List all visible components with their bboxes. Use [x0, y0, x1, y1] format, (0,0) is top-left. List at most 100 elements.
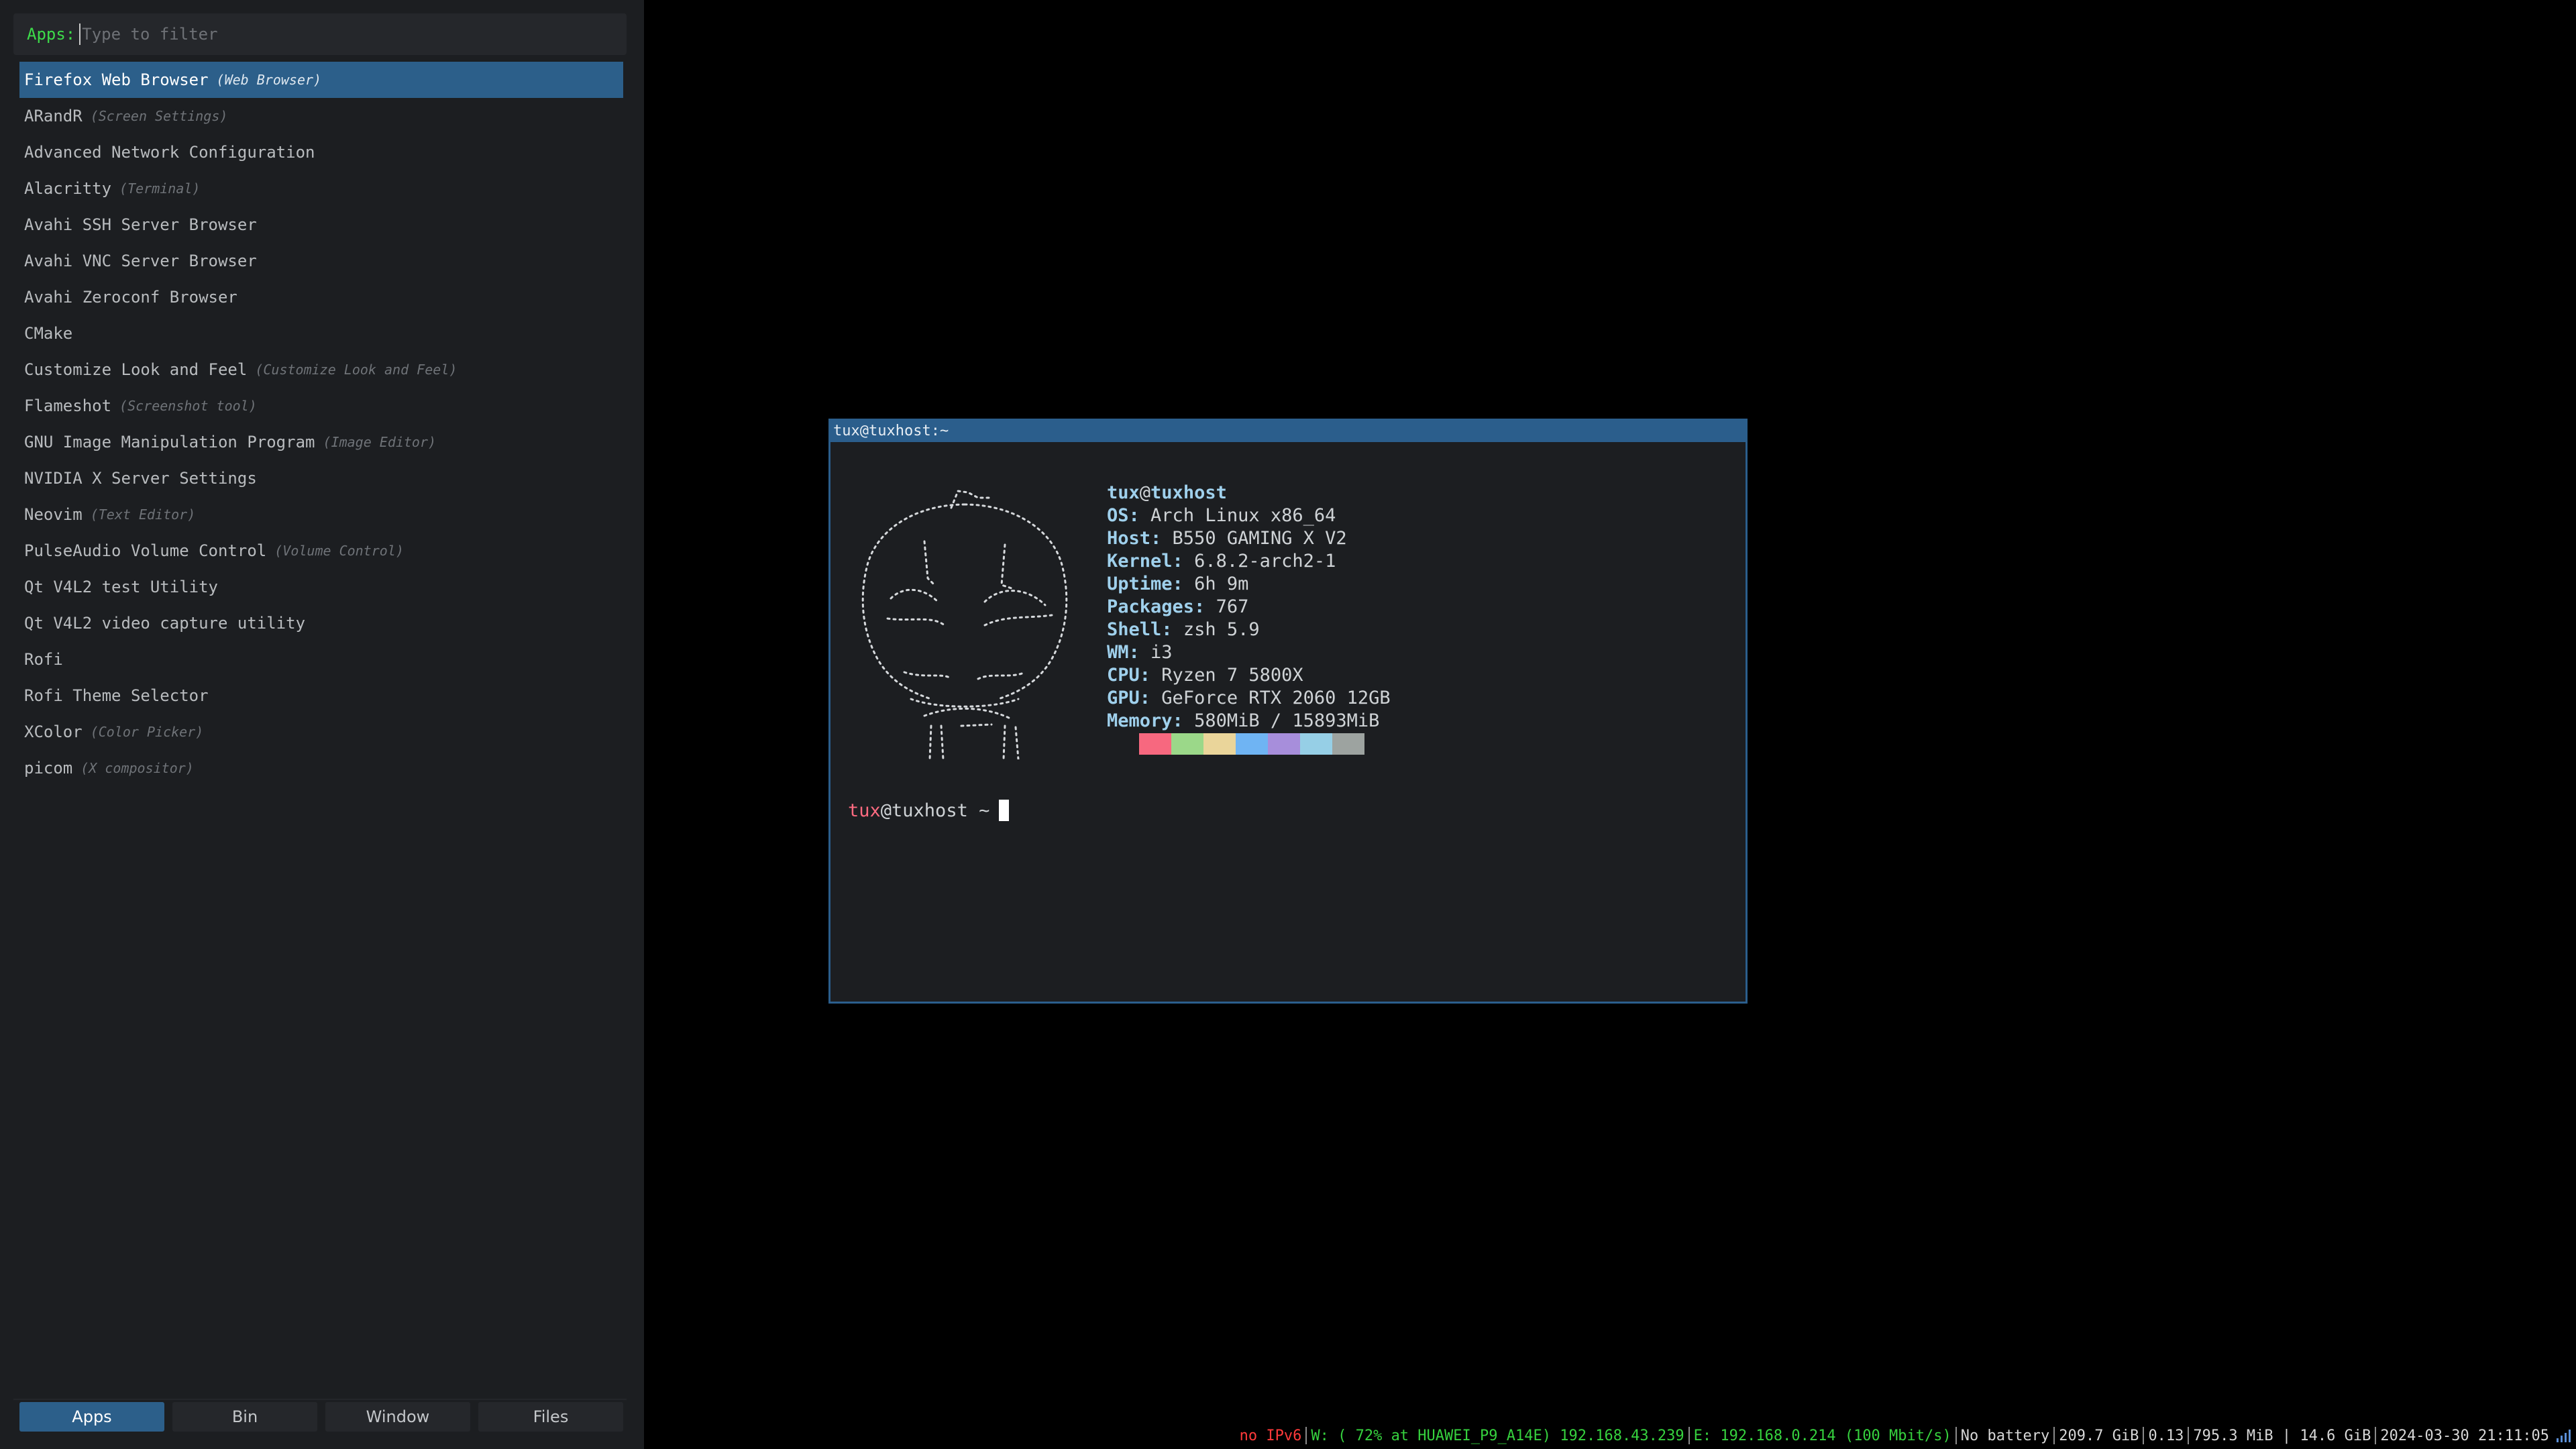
app-list-item[interactable]: GNU Image Manipulation Program (Image Edi…: [19, 424, 623, 460]
app-description: (Web Browser): [216, 72, 322, 88]
info-value: 580MiB / 15893MiB: [1194, 710, 1380, 731]
app-description: (Volume Control): [274, 543, 404, 559]
info-value: GeForce RTX 2060 12GB: [1161, 688, 1391, 708]
info-user: tux: [1107, 482, 1140, 503]
mode-button-window[interactable]: Window: [325, 1402, 470, 1432]
system-info: tux@tuxhost OS: Arch Linux x86_64 Host: B…: [1107, 482, 1391, 733]
app-list-item[interactable]: Flameshot (Screenshot tool): [19, 388, 623, 424]
app-name: Avahi Zeroconf Browser: [24, 288, 237, 307]
color-swatch: [1300, 733, 1332, 755]
app-name: PulseAudio Volume Control: [24, 541, 267, 560]
app-list-item[interactable]: Customize Look and Feel (Customize Look a…: [19, 352, 623, 388]
separator: [2375, 1427, 2377, 1444]
filter-placeholder: Type to filter: [82, 25, 218, 44]
info-key: OS:: [1107, 505, 1140, 526]
app-list-item[interactable]: CMake: [19, 315, 623, 352]
app-name: CMake: [24, 324, 73, 343]
app-list-item[interactable]: Avahi VNC Server Browser: [19, 243, 623, 279]
color-swatch: [1203, 733, 1236, 755]
app-list-item[interactable]: Firefox Web Browser (Web Browser): [19, 62, 623, 98]
info-line: CPU: Ryzen 7 5800X: [1107, 664, 1391, 687]
info-line: GPU: GeForce RTX 2060 12GB: [1107, 687, 1391, 710]
info-line: Uptime: 6h 9m: [1107, 573, 1391, 596]
app-description: (Text Editor): [90, 506, 196, 523]
info-key: Kernel:: [1107, 551, 1183, 572]
app-description: (Customize Look and Feel): [255, 362, 458, 378]
app-list-item[interactable]: PulseAudio Volume Control (Volume Control…: [19, 533, 623, 569]
window-title[interactable]: tux@tuxhost:~: [830, 421, 1746, 442]
app-description: (X compositor): [80, 760, 194, 776]
battery-status: No battery: [1960, 1427, 2050, 1444]
app-name: ARandR: [24, 107, 83, 125]
color-swatch: [1332, 733, 1364, 755]
app-description: (Screenshot tool): [119, 398, 257, 414]
app-list-item[interactable]: Qt V4L2 video capture utility: [19, 605, 623, 641]
ipv6-status: no IPv6: [1239, 1427, 1302, 1444]
separator: [1955, 1427, 1957, 1444]
info-line: Memory: 580MiB / 15893MiB: [1107, 710, 1391, 733]
prompt-rest: @tuxhost ~: [880, 800, 990, 821]
info-line: WM: i3: [1107, 641, 1391, 664]
app-list-item[interactable]: picom (X compositor): [19, 750, 623, 786]
app-name: Qt V4L2 video capture utility: [24, 614, 306, 633]
app-list-item[interactable]: Advanced Network Configuration: [19, 134, 623, 170]
info-lines: OS: Arch Linux x86_64 Host: B550 GAMING X…: [1107, 504, 1391, 733]
app-list-item[interactable]: Avahi SSH Server Browser: [19, 207, 623, 243]
app-list-item[interactable]: Rofi Theme Selector: [19, 678, 623, 714]
app-name: Advanced Network Configuration: [24, 143, 315, 162]
app-list-item[interactable]: Neovim (Text Editor): [19, 496, 623, 533]
app-list-item[interactable]: NVIDIA X Server Settings: [19, 460, 623, 496]
info-value: Ryzen 7 5800X: [1161, 665, 1303, 686]
app-list-item[interactable]: ARandR (Screen Settings): [19, 98, 623, 134]
app-name: Customize Look and Feel: [24, 360, 248, 379]
app-list-item[interactable]: Rofi: [19, 641, 623, 678]
terminal-window[interactable]: tux@tuxhost:~ tux@tuxhost OS: Arch Linux…: [828, 419, 1748, 1004]
mode-button-bin[interactable]: Bin: [172, 1402, 317, 1432]
info-key: Memory:: [1107, 710, 1183, 731]
disk-status: 209.7 GiB: [2059, 1427, 2139, 1444]
separator: [2188, 1427, 2190, 1444]
color-swatch: [1171, 733, 1203, 755]
info-host: tuxhost: [1150, 482, 1227, 503]
app-name: GNU Image Manipulation Program: [24, 433, 315, 451]
info-value: Arch Linux x86_64: [1150, 505, 1336, 526]
filter-input[interactable]: Apps: Type to filter: [13, 13, 627, 55]
info-key: WM:: [1107, 642, 1140, 663]
info-key: Shell:: [1107, 619, 1173, 640]
app-name: Rofi: [24, 650, 63, 669]
datetime-status: 2024-03-30 21:11:05: [2380, 1427, 2549, 1444]
app-name: picom: [24, 759, 73, 777]
color-palette: [1107, 733, 1364, 755]
memory-status: 795.3 MiB | 14.6 GiB: [2193, 1427, 2371, 1444]
app-name: Flameshot: [24, 396, 112, 415]
load-status: 0.13: [2148, 1427, 2184, 1444]
shell-prompt[interactable]: tux @tuxhost ~: [848, 800, 1010, 821]
app-name: Alacritty: [24, 179, 112, 198]
info-line: Kernel: 6.8.2-arch2-1: [1107, 550, 1391, 573]
app-list-item[interactable]: Alacritty (Terminal): [19, 170, 623, 207]
filter-prompt: Apps:: [27, 25, 76, 44]
color-swatch: [1236, 733, 1268, 755]
info-value: B550 GAMING X V2: [1172, 528, 1347, 549]
mode-switcher: Apps Bin Window Files: [19, 1402, 623, 1432]
mode-button-apps[interactable]: Apps: [19, 1402, 164, 1432]
app-list-item[interactable]: Avahi Zeroconf Browser: [19, 279, 623, 315]
info-key: GPU:: [1107, 688, 1151, 708]
divider: [13, 1399, 627, 1400]
color-swatch: [1268, 733, 1300, 755]
prompt-user: tux: [848, 800, 881, 821]
app-list-item[interactable]: XColor (Color Picker): [19, 714, 623, 750]
mode-button-files[interactable]: Files: [478, 1402, 623, 1432]
info-key: Host:: [1107, 528, 1162, 549]
signal-bars-icon[interactable]: [2556, 1428, 2571, 1443]
info-line: Shell: zsh 5.9: [1107, 619, 1391, 641]
info-key: Packages:: [1107, 596, 1205, 617]
app-list-item[interactable]: Qt V4L2 test Utility: [19, 569, 623, 605]
info-key: CPU:: [1107, 665, 1151, 686]
info-line: Packages: 767: [1107, 596, 1391, 619]
app-name: Neovim: [24, 505, 83, 524]
text-caret: [79, 23, 81, 45]
info-value: 767: [1216, 596, 1249, 617]
app-name: XColor: [24, 722, 83, 741]
color-swatch: [1139, 733, 1171, 755]
